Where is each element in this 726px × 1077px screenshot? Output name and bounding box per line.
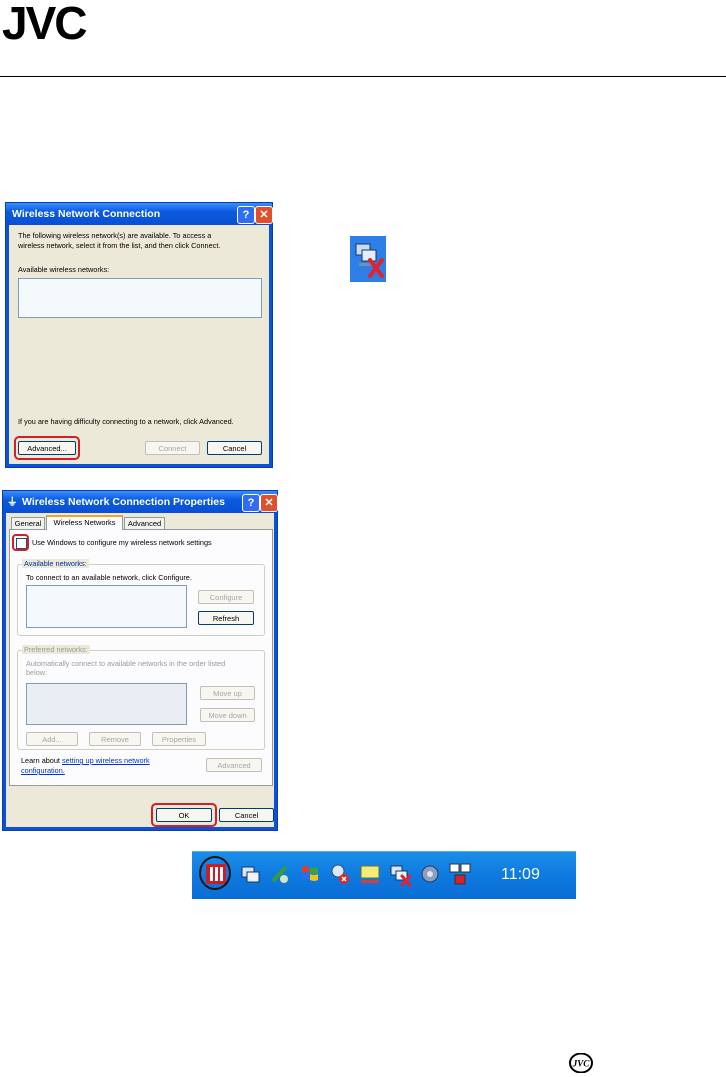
cancel-button[interactable]: Cancel: [219, 808, 274, 822]
wireless-disconnected-icon: [350, 236, 386, 282]
wireless-disconnected-icon[interactable]: [388, 861, 412, 887]
dialog-body: General Wireless Networks Advanced Use W…: [6, 513, 274, 827]
windows-flag-icon[interactable]: [298, 861, 322, 887]
preferred-networks-list[interactable]: [26, 683, 187, 725]
move-up-button[interactable]: Move up: [200, 686, 255, 700]
learn-about-prefix: Learn about: [21, 756, 60, 765]
use-windows-label: Use Windows to configure my wireless net…: [32, 538, 212, 547]
bluetooth-icon[interactable]: [268, 861, 292, 887]
svg-text:JVC: JVC: [572, 1059, 591, 1069]
learn-about-link[interactable]: setting up wireless network: [62, 756, 150, 765]
help-button[interactable]: ?: [242, 494, 260, 512]
dialog-body: The following wireless network(s) are av…: [9, 225, 269, 464]
preferred-networks-group-label: Preferred networks:: [22, 645, 90, 654]
network-shared-icon[interactable]: [448, 861, 472, 887]
wireless-networks-panel: Use Windows to configure my wireless net…: [9, 529, 273, 786]
ok-highlight-ring: [151, 803, 217, 827]
jvc-utility-highlight-ring: [199, 856, 231, 890]
jvc-logo-text: JVC: [2, 2, 86, 42]
advanced-highlight-ring: [14, 436, 80, 460]
connect-button[interactable]: Connect: [145, 441, 200, 455]
system-tray: 11:09: [192, 851, 576, 899]
intro-line-2: wireless network, select it from the lis…: [18, 241, 221, 250]
properties-button[interactable]: Properties: [152, 732, 206, 746]
move-down-button[interactable]: Move down: [200, 708, 255, 722]
network-icon: ⏚: [7, 496, 18, 508]
taskbar-clock[interactable]: 11:09: [501, 860, 540, 890]
available-networks-list[interactable]: [26, 585, 187, 628]
tab-wireless-networks[interactable]: Wireless Networks: [46, 515, 123, 530]
available-networks-hint: To connect to an available network, clic…: [26, 573, 192, 582]
close-button[interactable]: ✕: [260, 494, 278, 512]
configure-button[interactable]: Configure: [198, 590, 254, 604]
dialog-title-text: Wireless Network Connection Properties: [22, 496, 225, 508]
learn-about-line-1: Learn about setting up wireless network: [21, 756, 150, 765]
checkbox-highlight-ring: [12, 534, 29, 551]
intro-line-1: The following wireless network(s) are av…: [18, 231, 212, 240]
advanced-button[interactable]: Advanced: [206, 758, 262, 772]
audio-icon[interactable]: [418, 861, 442, 887]
wireless-network-connection-dialog: Wireless Network Connection ? ✕ The foll…: [5, 202, 273, 468]
header-rule: [0, 76, 726, 77]
dialog-title: ⏚ Wireless Network Connection Properties: [3, 491, 277, 513]
tab-general[interactable]: General: [11, 517, 45, 529]
learn-about-link-2[interactable]: configuration.: [21, 766, 65, 775]
jvc-seal-logo: JVC: [569, 1053, 593, 1073]
network-disconnected-icon[interactable]: [328, 861, 352, 887]
cancel-button[interactable]: Cancel: [207, 441, 262, 455]
preferred-hint-line-1: Automatically connect to available netwo…: [26, 659, 226, 668]
difficulty-text: If you are having difficulty connecting …: [18, 417, 234, 426]
available-networks-label: Available wireless networks:: [18, 265, 110, 274]
available-networks-list[interactable]: [18, 278, 262, 318]
monitor-icon[interactable]: [358, 861, 382, 887]
close-button[interactable]: ✕: [255, 206, 273, 224]
preferred-hint-line-2: below:: [26, 668, 48, 677]
network-icon[interactable]: [238, 861, 262, 887]
remove-button[interactable]: Remove: [89, 732, 141, 746]
add-button[interactable]: Add...: [26, 732, 78, 746]
wireless-properties-dialog: ⏚ Wireless Network Connection Properties …: [2, 490, 278, 831]
jvc-logo: JVC: [2, 2, 88, 42]
refresh-button[interactable]: Refresh: [198, 611, 254, 625]
available-networks-group-label: Available networks:: [22, 559, 89, 568]
dialog-title: Wireless Network Connection: [6, 203, 272, 225]
tab-advanced[interactable]: Advanced: [124, 517, 165, 529]
help-button[interactable]: ?: [237, 206, 255, 224]
